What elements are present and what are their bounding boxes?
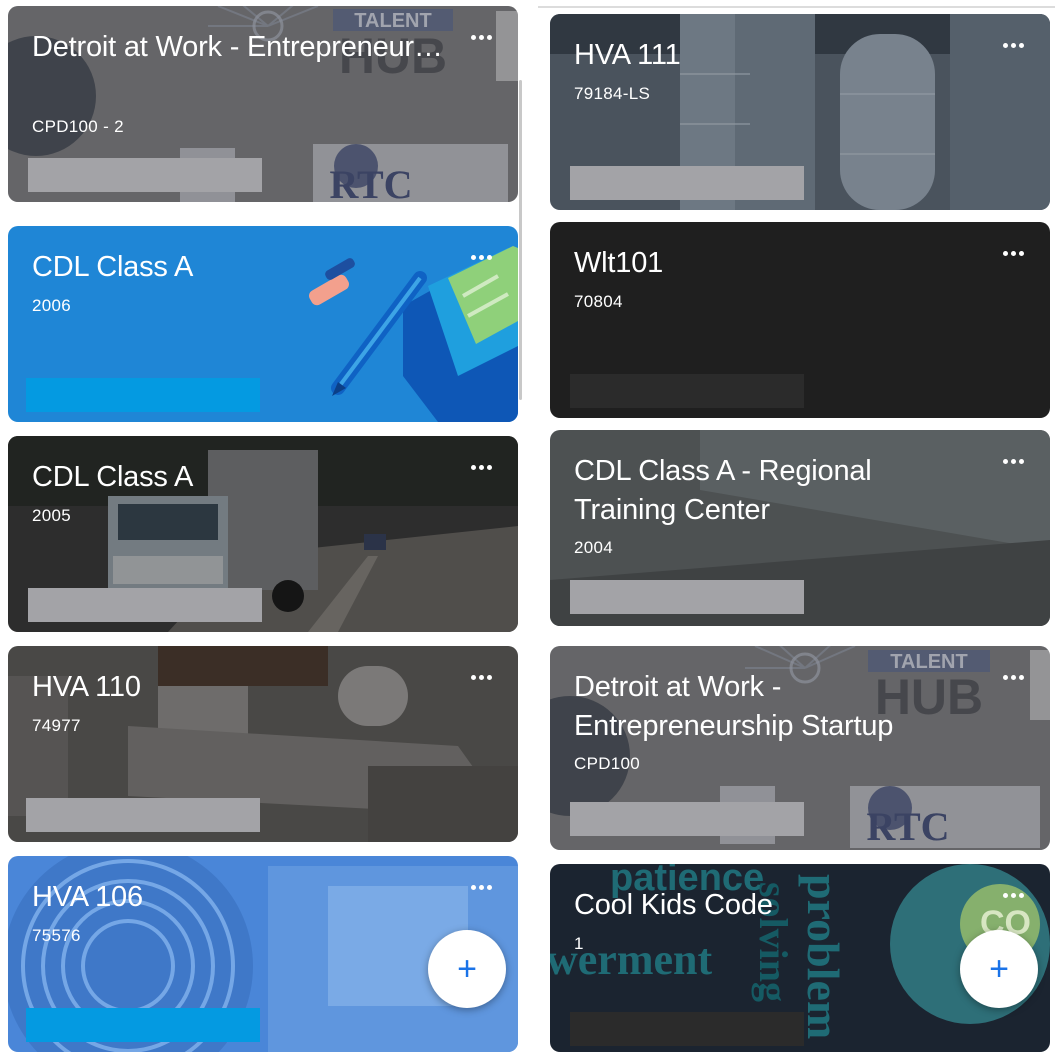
class-title: Cool Kids Code: [574, 889, 773, 921]
class-title: Detroit at Work - Entrepreneurship Start…: [32, 31, 448, 63]
class-card-wlt101[interactable]: Wlt101 70804: [550, 222, 1050, 418]
more-options-icon[interactable]: [468, 250, 494, 264]
class-title: HVA 110: [32, 671, 141, 703]
class-card-hva-111[interactable]: HVA 111 79184-LS: [550, 14, 1050, 210]
more-options-icon[interactable]: [1000, 246, 1026, 260]
more-options-icon[interactable]: [1000, 670, 1026, 684]
class-column-right: HVA 111 79184-LS Wlt101 70804 CDL Class …: [545, 0, 1055, 1052]
redacted-bar: [28, 588, 262, 622]
class-title: CDL Class A: [32, 461, 194, 493]
class-section: 79184-LS: [574, 84, 651, 103]
class-section: 2006: [32, 296, 72, 315]
more-options-icon[interactable]: [468, 460, 494, 474]
class-title: CDL Class A: [32, 251, 194, 283]
class-card-detroit-at-work[interactable]: TALENT HUB WC RTC Detroit at Work - Entr…: [550, 646, 1050, 850]
more-options-icon[interactable]: [1000, 888, 1026, 902]
redacted-bar: [570, 166, 804, 200]
class-column-left: TALENT HUB WC RTC Detroit at Work - Entr…: [0, 0, 520, 1052]
redacted-bar: [570, 374, 804, 408]
class-title: HVA 111: [574, 39, 681, 71]
class-section: CPD100 - 2: [32, 117, 124, 136]
class-section: 2005: [32, 506, 72, 525]
more-options-icon[interactable]: [468, 30, 494, 44]
class-title: CDL Class A - Regional Training Center: [574, 455, 872, 526]
add-class-button[interactable]: +: [960, 930, 1038, 1008]
redacted-bar: [26, 1008, 260, 1042]
class-section: 75576: [32, 926, 81, 945]
class-title: HVA 106: [32, 881, 143, 913]
more-options-icon[interactable]: [468, 880, 494, 894]
class-section: 2004: [574, 538, 614, 557]
redacted-bar: [26, 798, 260, 832]
class-title: Wlt101: [574, 247, 664, 279]
class-card-hva-110[interactable]: HVA 110 74977: [8, 646, 518, 842]
class-title: Detroit at Work - Entrepreneurship Start…: [574, 671, 894, 742]
class-card-detroit-at-work-session[interactable]: TALENT HUB WC RTC Detroit at Work - Entr…: [8, 6, 518, 202]
more-options-icon[interactable]: [468, 670, 494, 684]
class-card-cdl-class-a-2005[interactable]: CDL Class A 2005: [8, 436, 518, 632]
more-options-icon[interactable]: [1000, 38, 1026, 52]
add-class-button[interactable]: +: [428, 930, 506, 1008]
class-section: 74977: [32, 716, 81, 735]
redacted-bar: [26, 378, 260, 412]
redacted-bar: [570, 580, 804, 614]
class-section: 70804: [574, 292, 623, 311]
class-card-cdl-class-a-regional[interactable]: CDL Class A - Regional Training Center 2…: [550, 430, 1050, 626]
redacted-bar: [570, 1012, 804, 1046]
more-options-icon[interactable]: [1000, 454, 1026, 468]
class-section: 1: [574, 934, 584, 953]
class-section: CPD100: [574, 754, 641, 773]
class-card-cdl-class-a-2006[interactable]: CDL Class A 2006: [8, 226, 518, 422]
redacted-bar: [570, 802, 804, 836]
redacted-bar: [28, 158, 262, 192]
